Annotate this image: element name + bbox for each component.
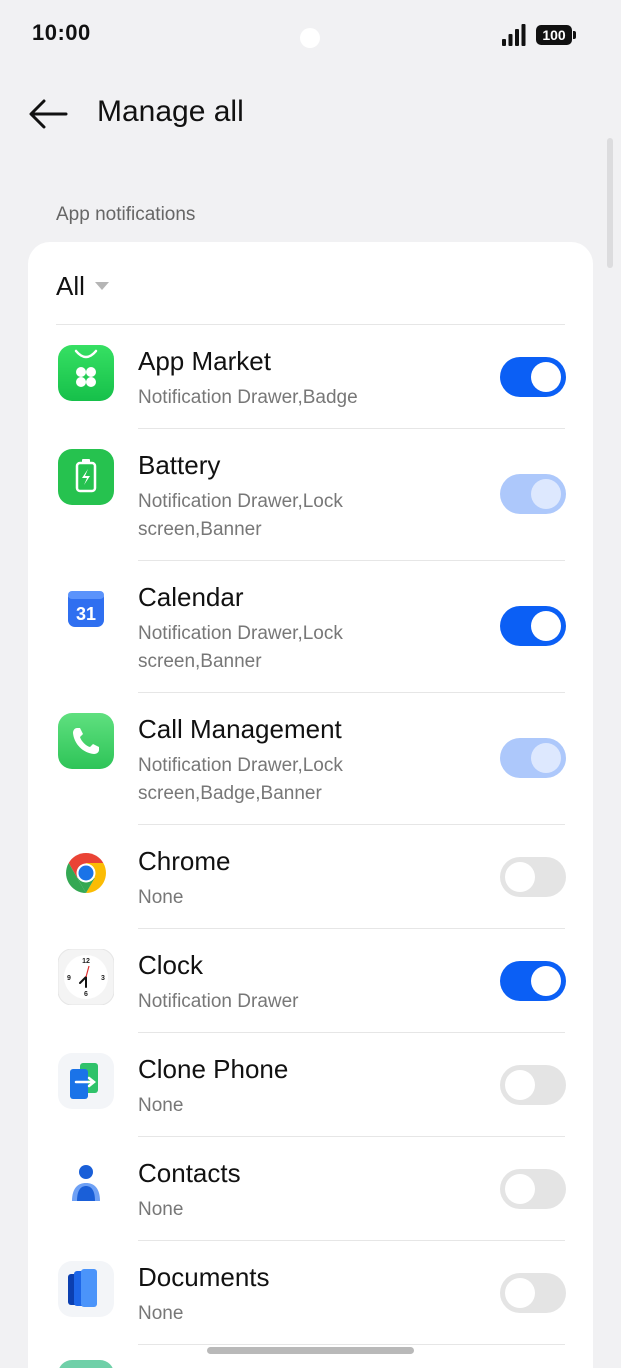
- app-notification-summary: None: [138, 1303, 184, 1324]
- app-market-icon: [58, 345, 114, 401]
- filter-label: All: [56, 270, 85, 301]
- chrome-icon: [66, 853, 106, 893]
- next-app-icon-partial: [58, 1360, 114, 1368]
- app-name: Calendar: [138, 582, 244, 612]
- filter-dropdown[interactable]: All: [56, 266, 109, 306]
- divider: [138, 1344, 565, 1345]
- app-name: Battery: [138, 450, 221, 480]
- clock-number: 12: [82, 958, 90, 965]
- app-row-calendar[interactable]: 31 Calendar Notification Drawer,Lock scr…: [28, 560, 593, 692]
- phone-screen: 10:00 100 Manage all App notifications A…: [0, 0, 621, 1368]
- battery-icon: 100: [536, 25, 576, 45]
- status-bar: 10:00 100: [0, 0, 621, 70]
- app-row-documents[interactable]: Documents None: [28, 1240, 593, 1344]
- notification-toggle[interactable]: [500, 357, 566, 397]
- app-name: Chrome: [138, 846, 231, 876]
- app-notification-summary: Notification Drawer,Lock screen,Banner: [138, 623, 343, 672]
- notification-toggle[interactable]: [500, 1169, 566, 1209]
- calendar-date: 31: [76, 604, 96, 624]
- home-indicator[interactable]: [207, 1347, 414, 1354]
- phone-icon: [58, 713, 114, 769]
- notification-toggle[interactable]: [500, 738, 566, 778]
- battery-app-icon: [58, 449, 114, 505]
- contacts-icon: [72, 1165, 100, 1201]
- notification-toggle[interactable]: [500, 961, 566, 1001]
- app-notification-summary: Notification Drawer,Lock screen,Badge,Ba…: [138, 755, 343, 804]
- toggle-knob: [531, 479, 561, 509]
- app-bar: Manage all: [0, 80, 621, 150]
- page-title: Manage all: [97, 95, 244, 128]
- status-time: 10:00: [32, 20, 91, 45]
- app-notification-summary: None: [138, 1199, 184, 1220]
- app-notification-summary: Notification Drawer,Lock screen,Banner: [138, 491, 343, 540]
- notification-toggle[interactable]: [500, 1065, 566, 1105]
- app-row-clock[interactable]: 12 3 6 9 Clock Notification Drawer: [28, 928, 593, 1032]
- app-name: Documents: [138, 1262, 270, 1292]
- app-notification-summary: Notification Drawer,Badge: [138, 387, 358, 408]
- app-row-clone-phone[interactable]: Clone Phone None: [28, 1032, 593, 1136]
- app-row-app-market[interactable]: App Market Notification Drawer,Badge: [28, 324, 593, 428]
- toggle-knob: [531, 966, 561, 996]
- calendar-icon: 31: [68, 591, 104, 627]
- app-notification-summary: None: [138, 887, 184, 908]
- toggle-knob: [531, 362, 561, 392]
- app-row-battery[interactable]: Battery Notification Drawer,Lock screen,…: [28, 428, 593, 560]
- dropdown-caret-icon: [94, 282, 109, 290]
- notification-toggle[interactable]: [500, 1273, 566, 1313]
- toggle-knob: [505, 1174, 535, 1204]
- clone-phone-icon: [58, 1053, 114, 1109]
- toggle-knob: [505, 862, 535, 892]
- clock-number: 9: [67, 975, 71, 982]
- clock-icon: 12 3 6 9: [58, 949, 114, 1005]
- toggle-knob: [505, 1278, 535, 1308]
- app-name: Clone Phone: [138, 1054, 289, 1084]
- app-row-chrome[interactable]: Chrome None: [28, 824, 593, 928]
- signal-icon: [502, 24, 526, 46]
- app-notification-summary: Notification Drawer: [138, 991, 299, 1012]
- section-header: App notifications: [56, 204, 196, 225]
- app-name: Call Management: [138, 714, 342, 744]
- app-row-call-management[interactable]: Call Management Notification Drawer,Lock…: [28, 692, 593, 824]
- clock-number: 3: [101, 975, 105, 982]
- clock-number: 6: [84, 991, 88, 998]
- scrollbar[interactable]: [607, 138, 613, 268]
- app-name: Clock: [138, 950, 204, 980]
- notification-toggle[interactable]: [500, 606, 566, 646]
- toggle-knob: [531, 743, 561, 773]
- toggle-knob: [505, 1070, 535, 1100]
- app-notification-summary: None: [138, 1095, 184, 1116]
- toggle-knob: [531, 611, 561, 641]
- app-name: Contacts: [138, 1158, 241, 1188]
- app-row-contacts[interactable]: Contacts None: [28, 1136, 593, 1240]
- app-list-card: All App Market Notification Drawer,Badge: [28, 242, 593, 1368]
- documents-icon: [58, 1261, 114, 1317]
- front-camera: [300, 28, 320, 48]
- app-name: App Market: [138, 346, 271, 376]
- notification-toggle[interactable]: [500, 857, 566, 897]
- back-arrow-icon[interactable]: [26, 96, 70, 132]
- notification-toggle[interactable]: [500, 474, 566, 514]
